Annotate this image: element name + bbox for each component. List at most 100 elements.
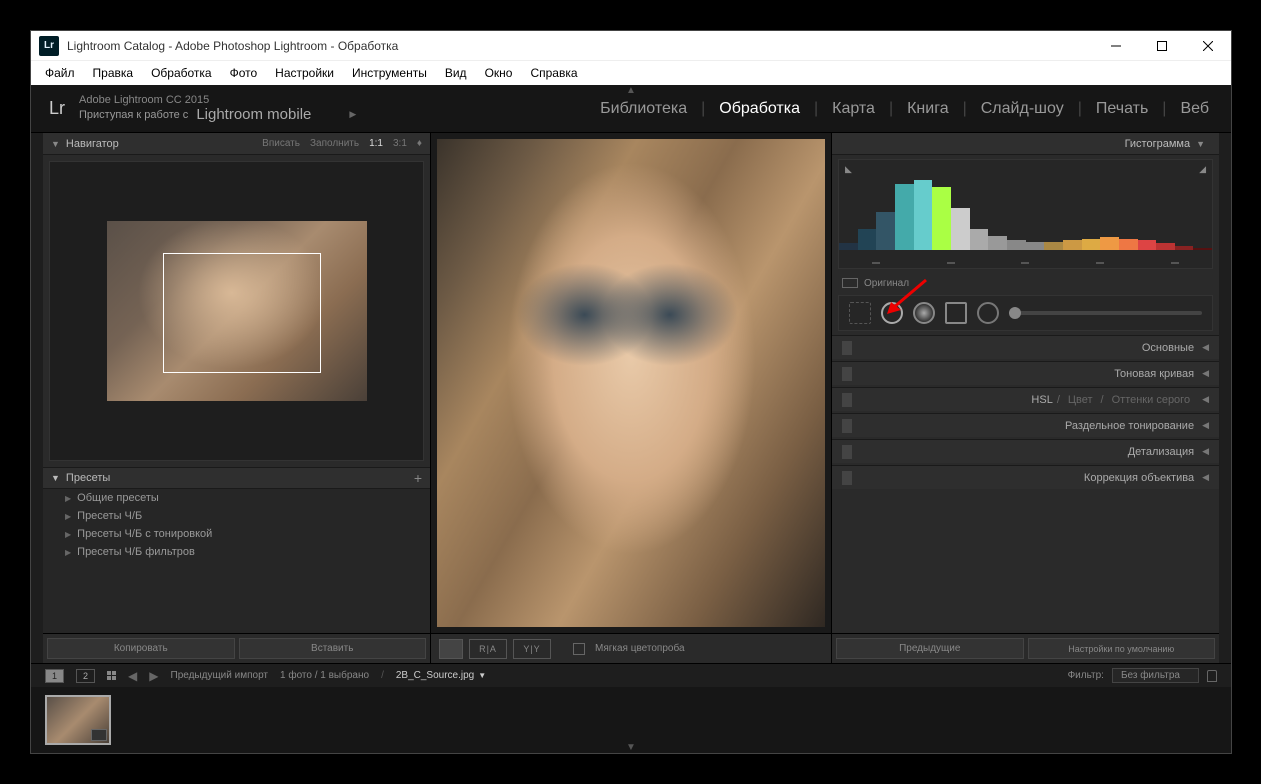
panel-detail[interactable]: Детализация◀ <box>832 439 1219 463</box>
left-gutter[interactable] <box>31 133 43 663</box>
navigator-image <box>107 221 367 401</box>
chevron-left-icon: ◀ <box>1202 446 1209 457</box>
histogram[interactable]: ◣ ◢ <box>838 159 1213 269</box>
lr-logo: Lr <box>49 98 65 119</box>
defaults-button[interactable]: Настройки по умолчанию <box>1028 638 1216 659</box>
redeye-tool[interactable] <box>913 302 935 324</box>
panel-lens-correction[interactable]: Коррекция объектива◀ <box>832 465 1219 489</box>
preset-folder[interactable]: ▶Пресеты Ч/Б фильтров <box>43 543 430 561</box>
menu-settings[interactable]: Настройки <box>267 64 342 82</box>
chevron-down-icon: ▼ <box>51 139 60 149</box>
chevron-left-icon: ◀ <box>1202 368 1209 379</box>
graduated-filter-tool[interactable] <box>945 302 967 324</box>
clipping-highlights-icon[interactable]: ◢ <box>1199 164 1206 175</box>
navigator-header[interactable]: ▼ Навигатор Вписать Заполнить 1:1 3:1 ♦ <box>43 133 430 155</box>
panel-tone-curve[interactable]: Тоновая кривая◀ <box>832 361 1219 385</box>
panel-basic[interactable]: Основные◀ <box>832 335 1219 359</box>
panel-toggle[interactable] <box>842 471 852 485</box>
menu-develop[interactable]: Обработка <box>143 64 220 82</box>
close-icon <box>1203 41 1213 51</box>
window-title: Lightroom Catalog - Adobe Photoshop Ligh… <box>67 39 1093 53</box>
header-version: Adobe Lightroom CC 2015 <box>79 94 356 106</box>
nav-1to1[interactable]: 1:1 <box>369 138 383 149</box>
preset-folder[interactable]: ▶Пресеты Ч/Б <box>43 507 430 525</box>
close-button[interactable] <box>1185 31 1231 61</box>
chevron-right-icon: ▶ <box>65 548 71 557</box>
panel-toggle[interactable] <box>842 419 852 433</box>
menu-file[interactable]: Файл <box>37 64 83 82</box>
module-print[interactable]: Печать <box>1092 100 1152 118</box>
menu-window[interactable]: Окно <box>477 64 521 82</box>
nav-3to1[interactable]: 3:1 <box>393 138 407 149</box>
add-preset-button[interactable]: + <box>414 470 422 486</box>
radial-filter-tool[interactable] <box>977 302 999 324</box>
app-window: Lr Lightroom Catalog - Adobe Photoshop L… <box>30 30 1232 754</box>
filter-select[interactable]: Без фильтра <box>1112 668 1199 683</box>
right-bottom-bar: Предыдущие Настройки по умолчанию <box>832 633 1219 663</box>
panel-toggle[interactable] <box>842 367 852 381</box>
paste-button[interactable]: Вставить <box>239 638 427 659</box>
menu-edit[interactable]: Правка <box>85 64 142 82</box>
navigator-crop-frame[interactable] <box>163 253 321 373</box>
right-panel: Гистограмма ▼ ◣ ◢ <box>831 133 1219 663</box>
minimize-icon <box>1111 41 1121 51</box>
play-icon: ▶ <box>349 109 356 120</box>
spot-removal-tool[interactable] <box>881 302 903 324</box>
menu-photo[interactable]: Фото <box>222 64 266 82</box>
nav-fit[interactable]: Вписать <box>262 138 300 149</box>
preset-folder[interactable]: ▶Пресеты Ч/Б с тонировкой <box>43 525 430 543</box>
module-web[interactable]: Веб <box>1176 100 1213 118</box>
compare-yy-button[interactable]: Y|Y <box>513 639 551 659</box>
grid-view-icon[interactable] <box>107 671 116 680</box>
panel-hsl[interactable]: HSL/Цвет/Оттенки серого ◀ <box>832 387 1219 411</box>
nav-fill[interactable]: Заполнить <box>310 138 359 149</box>
module-book[interactable]: Книга <box>903 100 952 118</box>
navigator-preview[interactable] <box>49 161 424 461</box>
chevron-left-icon: ◀ <box>1202 394 1209 405</box>
softproof-checkbox[interactable] <box>573 643 585 655</box>
module-library[interactable]: Библиотека <box>596 100 691 118</box>
brush-size-slider[interactable] <box>1009 311 1202 315</box>
app-icon: Lr <box>39 36 59 56</box>
previous-button[interactable]: Предыдущие <box>836 638 1024 659</box>
right-gutter[interactable] <box>1219 133 1231 663</box>
chevron-left-icon: ◀ <box>1202 472 1209 483</box>
panel-toggle[interactable] <box>842 393 852 407</box>
main-image-view[interactable] <box>437 139 825 627</box>
menu-view[interactable]: Вид <box>437 64 475 82</box>
copy-button[interactable]: Копировать <box>47 638 235 659</box>
module-slideshow[interactable]: Слайд-шоу <box>977 100 1068 118</box>
header-mobile-line[interactable]: Приступая к работе с Lightroom mobile ▶ <box>79 106 356 123</box>
module-map[interactable]: Карта <box>828 100 879 118</box>
loupe-view-button[interactable] <box>439 639 463 659</box>
panel-split-toning[interactable]: Раздельное тонирование◀ <box>832 413 1219 437</box>
maximize-button[interactable] <box>1139 31 1185 61</box>
histogram-header[interactable]: Гистограмма ▼ <box>832 133 1219 155</box>
presets-header[interactable]: ▼ Пресеты + <box>43 467 430 489</box>
original-toggle[interactable]: Оригинал <box>832 273 1219 293</box>
menu-tools[interactable]: Инструменты <box>344 64 435 82</box>
filter-lock-icon[interactable] <box>1207 670 1217 682</box>
chevron-left-icon: ◀ <box>1202 420 1209 431</box>
clipping-shadows-icon[interactable]: ◣ <box>845 164 852 175</box>
current-filename[interactable]: 2B_C_Source.jpg▼ <box>396 670 486 681</box>
preset-folder[interactable]: ▶Общие пресеты <box>43 489 430 507</box>
filmstrip-thumbnail[interactable] <box>45 695 111 745</box>
second-display-button[interactable]: 2 <box>76 669 95 683</box>
menu-help[interactable]: Справка <box>522 64 585 82</box>
collapse-top-icon[interactable]: ▲ <box>626 85 636 96</box>
panel-toggle[interactable] <box>842 445 852 459</box>
collapse-bottom-icon[interactable]: ▼ <box>626 742 636 753</box>
panel-toggle[interactable] <box>842 341 852 355</box>
nav-forward-icon[interactable]: ▶ <box>149 669 158 683</box>
chevron-right-icon: ▶ <box>65 494 71 503</box>
module-develop[interactable]: Обработка <box>715 100 804 118</box>
crop-tool[interactable] <box>849 302 871 324</box>
main-display-button[interactable]: 1 <box>45 669 64 683</box>
softproof-label: Мягкая цветопроба <box>595 643 685 654</box>
nav-back-icon[interactable]: ◀ <box>128 669 137 683</box>
minimize-button[interactable] <box>1093 31 1139 61</box>
source-label[interactable]: Предыдущий импорт <box>171 670 269 681</box>
nav-zoom-menu-icon[interactable]: ♦ <box>417 138 422 149</box>
compare-ra-button[interactable]: R|A <box>469 639 507 659</box>
